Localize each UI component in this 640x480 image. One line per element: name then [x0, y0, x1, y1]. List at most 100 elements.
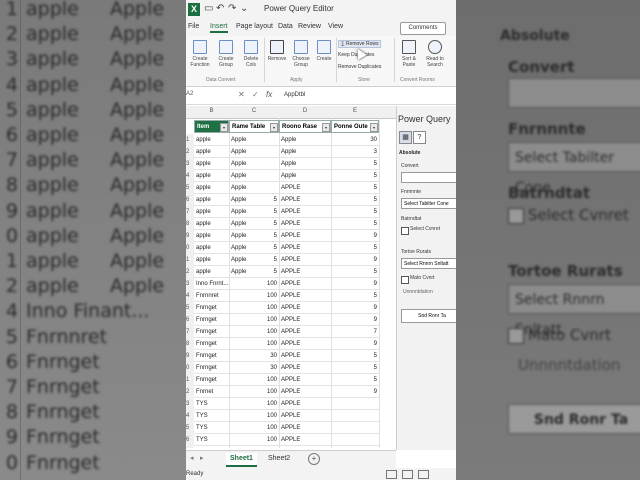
- cell-rase[interactable]: APPLE: [279, 386, 331, 398]
- cell-rase[interactable]: APPLE: [279, 446, 331, 448]
- row-number[interactable]: 0: [186, 362, 194, 374]
- cell-item[interactable]: TYS: [194, 446, 229, 448]
- cell-item[interactable]: apple: [194, 254, 229, 266]
- cell-item[interactable]: apple: [194, 182, 229, 194]
- column-header-c[interactable]: C: [229, 108, 279, 114]
- cell-item[interactable]: TYS: [194, 398, 229, 410]
- cell-item[interactable]: Fnrnget: [194, 374, 229, 386]
- cell-rase[interactable]: APPLE: [279, 434, 331, 446]
- normal-view-icon[interactable]: [386, 470, 397, 479]
- cell-oute[interactable]: [331, 410, 379, 422]
- tab-sheet2[interactable]: Sheet2: [264, 453, 294, 465]
- sort-paste-button[interactable]: Sort & Paste: [396, 40, 422, 68]
- rows-select[interactable]: Select Rnnrn Snltatt: [401, 258, 456, 269]
- cell-item[interactable]: Fnrnget: [194, 314, 229, 326]
- cell-name[interactable]: [229, 302, 254, 314]
- cell-qty[interactable]: [254, 158, 279, 170]
- cell-oute[interactable]: 3: [331, 146, 379, 158]
- cell-name[interactable]: Apple: [229, 242, 254, 254]
- send-button[interactable]: Snd Ronr Ta: [401, 309, 456, 323]
- row-number[interactable]: 1: [186, 134, 194, 146]
- cell-item[interactable]: apple: [194, 194, 229, 206]
- cell-oute[interactable]: 5: [331, 182, 379, 194]
- cell-oute[interactable]: 5: [331, 170, 379, 182]
- row-number[interactable]: 6: [186, 194, 194, 206]
- cell-name[interactable]: [229, 422, 254, 434]
- menu-insert[interactable]: Insert: [210, 23, 228, 33]
- cell-item[interactable]: TYS: [194, 434, 229, 446]
- cell-item[interactable]: apple: [194, 266, 229, 278]
- row-number[interactable]: 5: [186, 302, 194, 314]
- menu-page-layout[interactable]: Page layout: [236, 23, 273, 30]
- mato-convert-checkbox[interactable]: [401, 276, 409, 284]
- row-number[interactable]: 0: [186, 242, 194, 254]
- cell-oute[interactable]: 9: [331, 338, 379, 350]
- column-header-b[interactable]: B: [194, 108, 229, 114]
- row-number[interactable]: 5: [186, 182, 194, 194]
- row-number[interactable]: 9: [186, 230, 194, 242]
- cell-rase[interactable]: APPLE: [279, 326, 331, 338]
- cell-item[interactable]: apple: [194, 242, 229, 254]
- cell-name[interactable]: Apple: [229, 230, 254, 242]
- create-function-button[interactable]: Create Function: [188, 40, 212, 68]
- comments-button[interactable]: Comments: [400, 22, 446, 35]
- cell-name[interactable]: Apple: [229, 158, 254, 170]
- cell-oute[interactable]: 5: [331, 218, 379, 230]
- menu-data[interactable]: Data: [278, 23, 293, 30]
- cell-oute[interactable]: [331, 446, 379, 448]
- cell-qty[interactable]: 100: [254, 326, 279, 338]
- cell-item[interactable]: apple: [194, 158, 229, 170]
- name-box[interactable]: A2: [186, 91, 193, 97]
- cell-rase[interactable]: APPLE: [279, 374, 331, 386]
- cell-oute[interactable]: 5: [331, 290, 379, 302]
- undo-icon[interactable]: ↶: [216, 3, 224, 14]
- cell-rase[interactable]: APPLE: [279, 242, 331, 254]
- row-number[interactable]: 6: [186, 314, 194, 326]
- cell-item[interactable]: apple: [194, 134, 229, 146]
- cell-qty[interactable]: 5: [254, 206, 279, 218]
- help-icon[interactable]: ?: [413, 131, 426, 144]
- cell-item[interactable]: Fnrnget: [194, 362, 229, 374]
- cell-item[interactable]: apple: [194, 206, 229, 218]
- column-header-e[interactable]: E: [331, 108, 379, 114]
- create-button[interactable]: Create: [314, 40, 334, 62]
- row-number[interactable]: 4: [186, 410, 194, 422]
- cell-rase[interactable]: APPLE: [279, 314, 331, 326]
- row-number[interactable]: 4: [186, 170, 194, 182]
- create-group-button[interactable]: Create Group: [214, 40, 238, 68]
- cell-item[interactable]: apple: [194, 230, 229, 242]
- cell-qty[interactable]: [254, 134, 279, 146]
- cell-oute[interactable]: 7: [331, 326, 379, 338]
- cell-oute[interactable]: 9: [331, 254, 379, 266]
- row-number[interactable]: 7: [186, 206, 194, 218]
- row-number[interactable]: 7: [186, 326, 194, 338]
- row-number[interactable]: 2: [186, 386, 194, 398]
- cell-qty[interactable]: 5: [254, 230, 279, 242]
- cell-name[interactable]: Apple: [229, 134, 254, 146]
- row-number[interactable]: 6: [186, 434, 194, 446]
- row-number[interactable]: 2: [186, 266, 194, 278]
- cell-rase[interactable]: APPLE: [279, 194, 331, 206]
- cell-qty[interactable]: [254, 146, 279, 158]
- cell-name[interactable]: [229, 314, 254, 326]
- row-number[interactable]: 9: [186, 350, 194, 362]
- page-layout-view-icon[interactable]: [402, 470, 413, 479]
- cell-rase[interactable]: APPLE: [279, 362, 331, 374]
- delete-cols-button[interactable]: Delete Cols: [240, 40, 262, 68]
- cell-name[interactable]: [229, 350, 254, 362]
- filter-dropdown-icon[interactable]: ▾: [370, 123, 378, 132]
- cell-rase[interactable]: APPLE: [279, 206, 331, 218]
- menu-file[interactable]: File: [188, 23, 199, 30]
- cell-rase[interactable]: APPLE: [279, 278, 331, 290]
- cell-rase[interactable]: Apple: [279, 134, 331, 146]
- row-number[interactable]: 7: [186, 446, 194, 448]
- cell-rase[interactable]: APPLE: [279, 254, 331, 266]
- menu-view[interactable]: View: [328, 23, 343, 30]
- convert-input[interactable]: [401, 172, 456, 183]
- cell-qty[interactable]: 100: [254, 374, 279, 386]
- cell-qty[interactable]: 100: [254, 338, 279, 350]
- cell-rase[interactable]: APPLE: [279, 422, 331, 434]
- row-number[interactable]: 5: [186, 422, 194, 434]
- cell-item[interactable]: Fnrnget: [194, 326, 229, 338]
- remove-button[interactable]: Remove: [266, 40, 288, 62]
